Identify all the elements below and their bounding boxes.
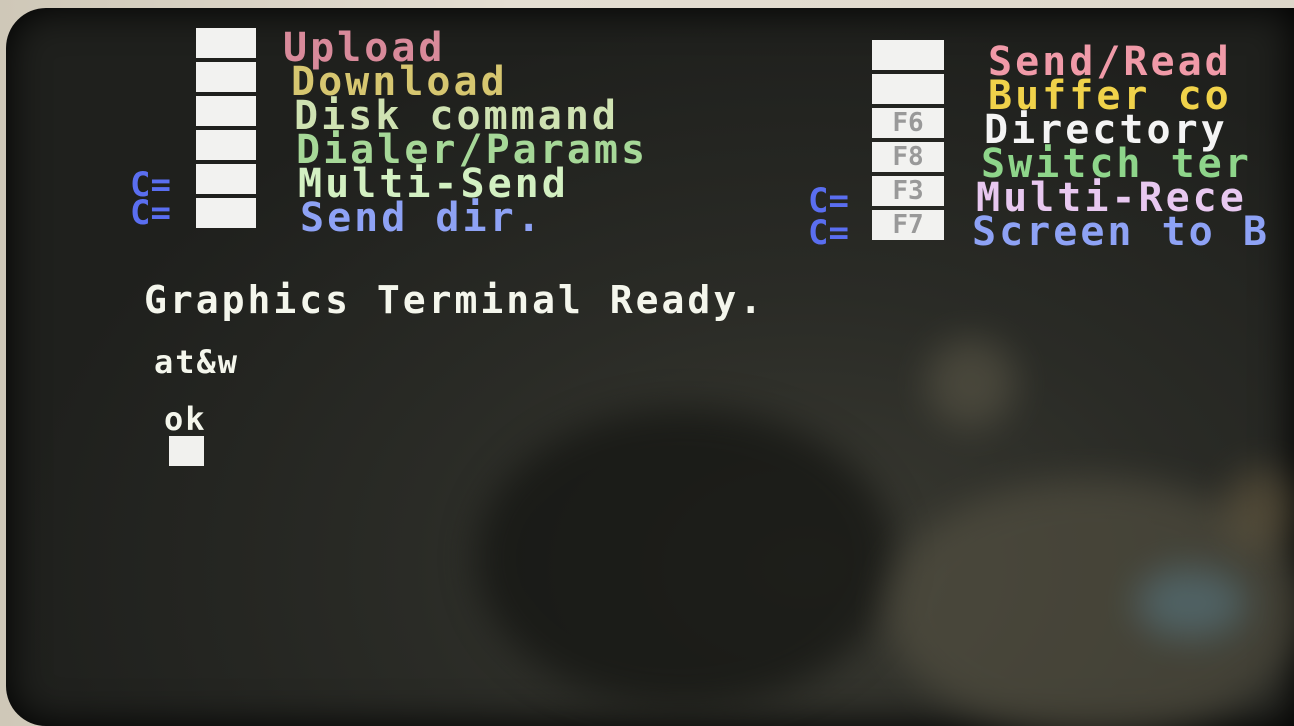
function-key-badge: F6 xyxy=(872,108,944,138)
menu-item-screen-to-buffer: Screen to B xyxy=(972,209,1270,255)
function-key-badge: F8 xyxy=(872,142,944,172)
reflection-dark xyxy=(476,408,896,708)
commodore-modifier-label: C= xyxy=(130,193,171,233)
function-key-badge xyxy=(196,198,256,228)
text-cursor xyxy=(169,436,204,466)
commodore-modifier-label: C= xyxy=(808,181,849,221)
status-message: Graphics Terminal Ready. xyxy=(144,278,766,322)
function-key-badge xyxy=(196,96,256,126)
reflection-object xyxy=(926,338,1016,428)
function-key-badge: F7 xyxy=(872,210,944,240)
menu-item-send-dir: Send dir. xyxy=(300,195,544,241)
function-key-badge xyxy=(196,130,256,160)
function-key-badge xyxy=(872,40,944,70)
typed-command: at&w xyxy=(154,343,240,381)
crt-screen: C= C= Upload Download Disk command Diale… xyxy=(6,8,1294,726)
function-key-badge xyxy=(196,164,256,194)
reflection-blue xyxy=(1136,568,1246,638)
reflection-warm xyxy=(1226,468,1294,548)
function-key-badge: F3 xyxy=(872,176,944,206)
modem-response: ok xyxy=(164,400,207,438)
function-key-badge xyxy=(196,28,256,58)
commodore-modifier-label: C= xyxy=(808,213,849,253)
function-key-badge xyxy=(872,74,944,104)
function-key-badge xyxy=(196,62,256,92)
